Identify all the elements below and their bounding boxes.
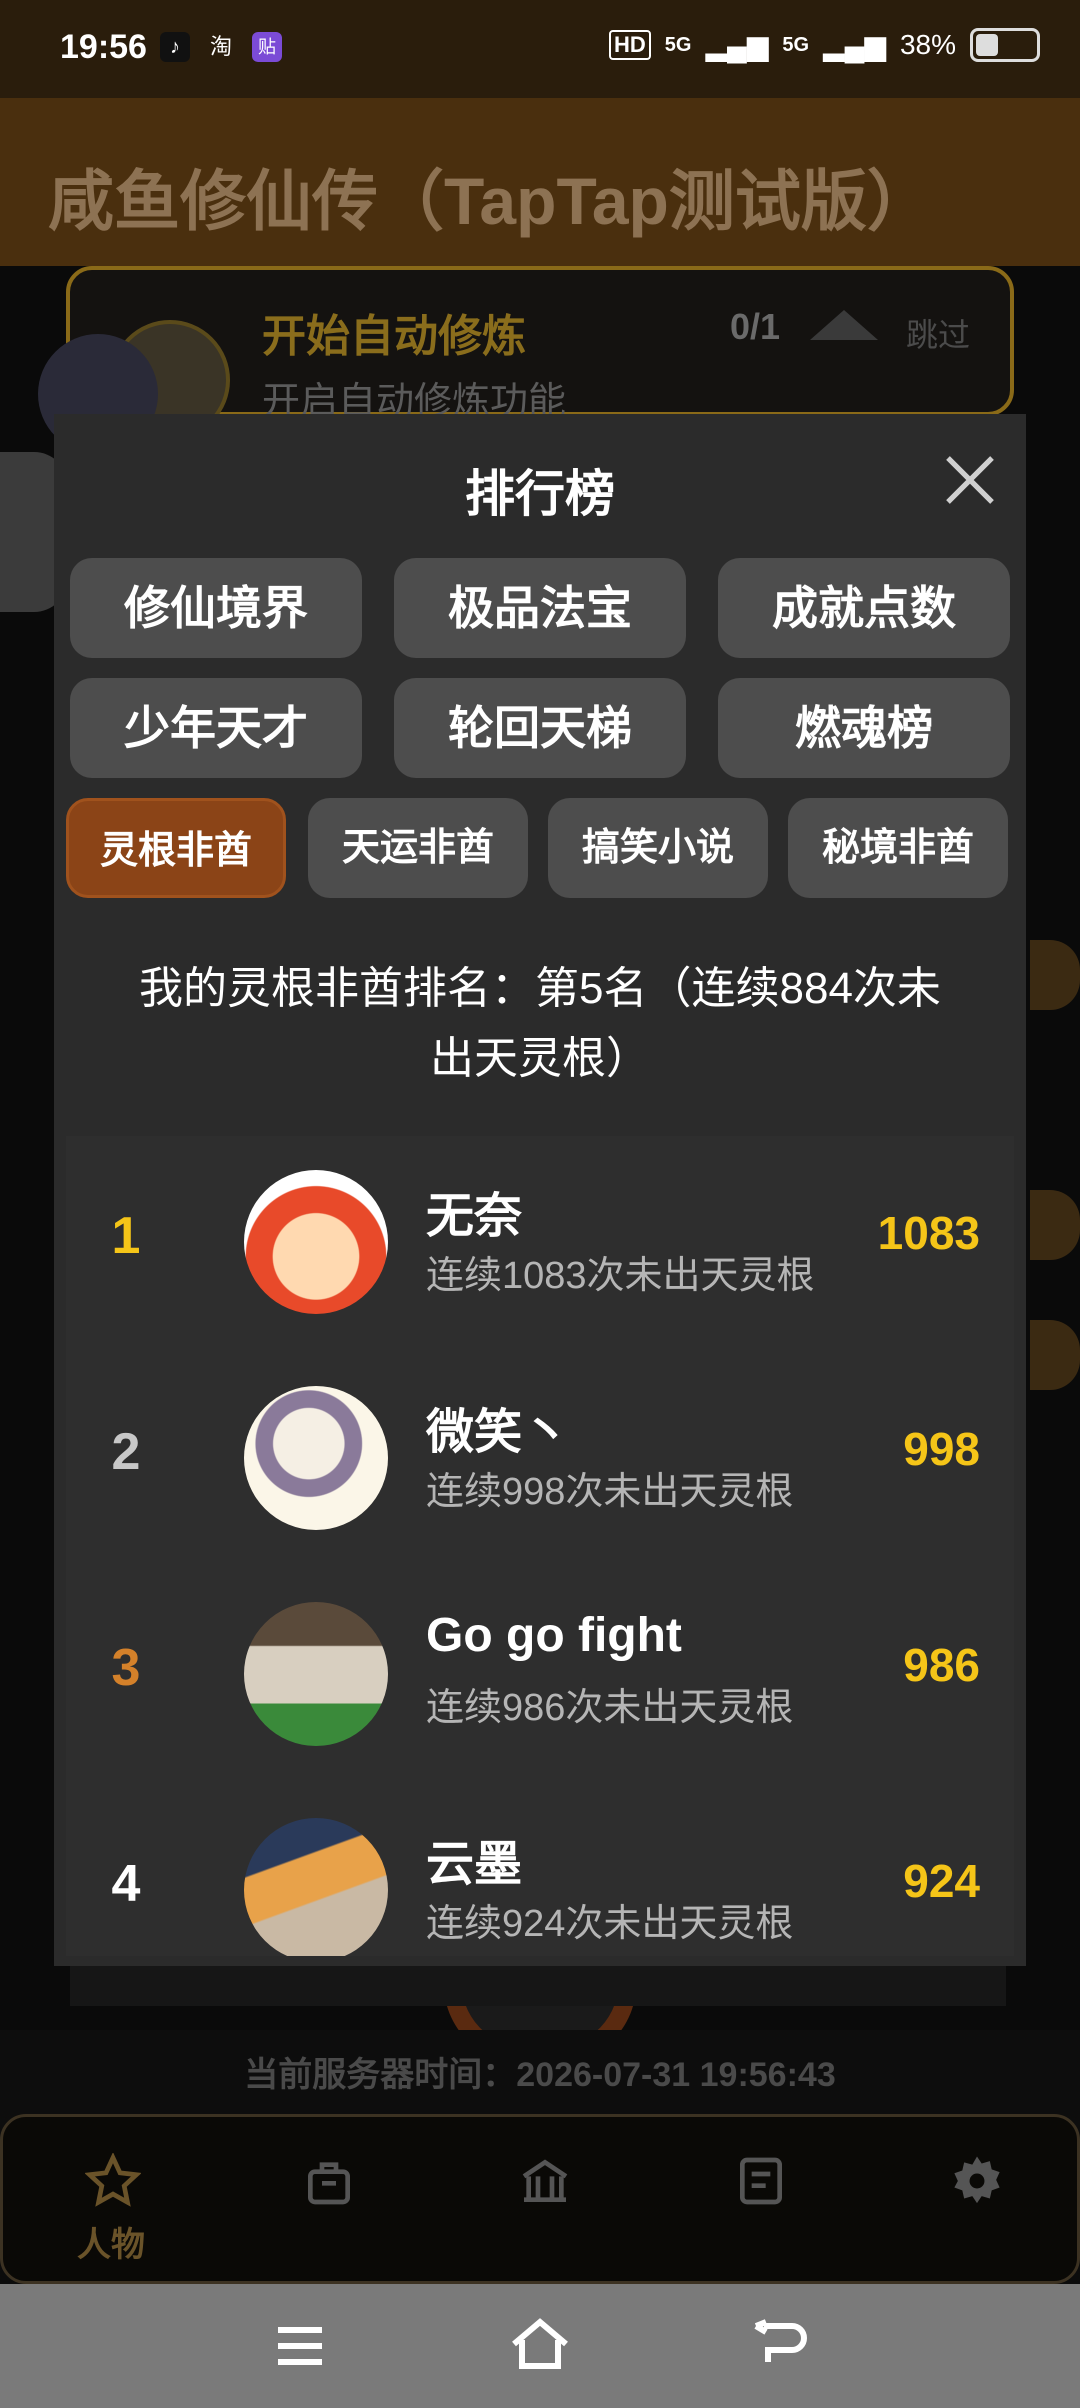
close-icon[interactable]: [940, 450, 1000, 510]
battery-icon: [970, 28, 1040, 62]
rank-number: 3: [111, 1639, 141, 1697]
my-rank-line2: 出天灵根）: [430, 1034, 650, 1083]
leaderboard-row[interactable]: 1 无奈 连续1083次未出天灵根 1083: [66, 1136, 1014, 1352]
player-score: 1083: [877, 1207, 980, 1259]
leaderboard-dialog: 排行榜 修仙境界 极品法宝 成就点数 少年天才 轮回天梯 燃魂榜 灵根非酋 天运…: [54, 414, 1026, 1966]
gear-icon: [954, 2156, 1000, 2204]
my-rank-line1: 我的灵根非酋排名：第5名（连续884次未: [139, 964, 941, 1013]
side-indicator: [1030, 940, 1080, 1010]
rank-number: 1: [111, 1207, 141, 1265]
menu-icon[interactable]: [272, 2320, 328, 2372]
category-fortune-unlucky[interactable]: 天运非酋: [308, 798, 528, 898]
leaderboard-row[interactable]: 2 微笑丶 连续998次未出天灵根 998: [66, 1352, 1014, 1568]
bottom-tab-bar: 人物: [0, 2114, 1080, 2284]
player-desc: 连续998次未出天灵根: [426, 1471, 794, 1513]
signal-5g-1: 5G: [664, 33, 692, 56]
category-funny-novel[interactable]: 搞笑小说: [548, 798, 768, 898]
status-right: HD 5G ▂▄▆ 5G ▂▄▆ 38%: [608, 28, 1040, 62]
category-cultivation-realm[interactable]: 修仙境界: [70, 558, 362, 658]
category-treasure[interactable]: 极品法宝: [394, 558, 686, 658]
category-secret-realm-unlucky[interactable]: 秘境非酋: [788, 798, 1008, 898]
player-desc: 连续986次未出天灵根: [426, 1687, 794, 1729]
player-desc: 连续924次未出天灵根: [426, 1903, 794, 1945]
leaderboard-row[interactable]: 3 Go go fight 连续986次未出天灵根 986: [66, 1568, 1014, 1784]
category-samsara-ladder[interactable]: 轮回天梯: [394, 678, 686, 778]
status-bar: 19:56 ♪ 淘 贴 HD 5G ▂▄▆ 5G ▂▄▆ 38%: [0, 0, 1080, 98]
tab-character[interactable]: 人物: [3, 2117, 219, 2287]
my-rank-text: 我的灵根非酋排名：第5名（连续884次未 出天灵根）: [94, 954, 986, 1094]
tab-bag[interactable]: [219, 2117, 435, 2287]
document-icon: [740, 2157, 782, 2205]
player-name: 云墨: [426, 1838, 523, 1891]
side-indicator-2: [1030, 1190, 1080, 1260]
avatar: [244, 1170, 388, 1314]
app-title: 咸鱼修仙传（TapTap测试版）: [48, 164, 933, 238]
player-desc: 连续1083次未出天灵根: [426, 1255, 815, 1297]
task-title: 开始自动修炼: [262, 312, 526, 361]
triangle-icon: [810, 310, 878, 340]
bag-icon: [308, 2162, 350, 2205]
tab-sect[interactable]: [435, 2117, 651, 2287]
tieba-icon: 贴: [252, 32, 282, 62]
category-spirit-root-unlucky[interactable]: 灵根非酋: [66, 798, 286, 898]
app-header: 咸鱼修仙传（TapTap测试版）: [0, 98, 1080, 266]
signal-5g-2: 5G: [782, 33, 810, 56]
signal-bars-icon-2: ▂▄▆: [823, 29, 886, 61]
back-icon[interactable]: [752, 2318, 808, 2370]
category-young-genius[interactable]: 少年天才: [70, 678, 362, 778]
side-indicator-3: [1030, 1320, 1080, 1390]
task-progress: 0/1: [730, 306, 781, 347]
avatar: [244, 1818, 388, 1956]
category-soul-burn[interactable]: 燃魂榜: [718, 678, 1010, 778]
hd-label: HD: [608, 30, 651, 60]
status-time: 19:56: [60, 28, 147, 66]
tab-character-label: 人物: [77, 2226, 145, 2264]
avatar: [244, 1602, 388, 1746]
rank-number: 4: [111, 1855, 141, 1913]
rank-number: 2: [111, 1423, 141, 1481]
skip-button[interactable]: 跳过: [906, 310, 970, 356]
player-score: 998: [903, 1423, 980, 1475]
dialog-title: 排行榜: [465, 466, 615, 522]
tab-tasks[interactable]: [651, 2117, 867, 2287]
signal-bars-icon: ▂▄▆: [705, 29, 769, 61]
home-icon[interactable]: [508, 2314, 572, 2374]
category-achievement[interactable]: 成就点数: [718, 558, 1010, 658]
bottom-strip: [70, 1966, 1006, 2006]
player-score: 986: [903, 1639, 980, 1691]
avatar: [244, 1386, 388, 1530]
player-score: 924: [903, 1855, 980, 1907]
battery-percent: 38%: [899, 29, 956, 60]
player-name: 微笑丶: [426, 1406, 571, 1459]
tab-settings[interactable]: [867, 2117, 1080, 2287]
star-icon: [85, 2153, 141, 2207]
player-name: Go go fight: [426, 1609, 682, 1662]
tiktok-icon: ♪: [160, 32, 190, 62]
bank-icon: [522, 2159, 568, 2202]
leaderboard-list[interactable]: 1 无奈 连续1083次未出天灵根 1083 2 微笑丶 连续998次未出天灵根…: [66, 1136, 1014, 1956]
system-nav-bar: [0, 2284, 1080, 2408]
player-name: 无奈: [426, 1190, 523, 1243]
taobao-icon: 淘: [209, 34, 232, 59]
leaderboard-row[interactable]: 4 云墨 连续924次未出天灵根 924: [66, 1784, 1014, 1956]
